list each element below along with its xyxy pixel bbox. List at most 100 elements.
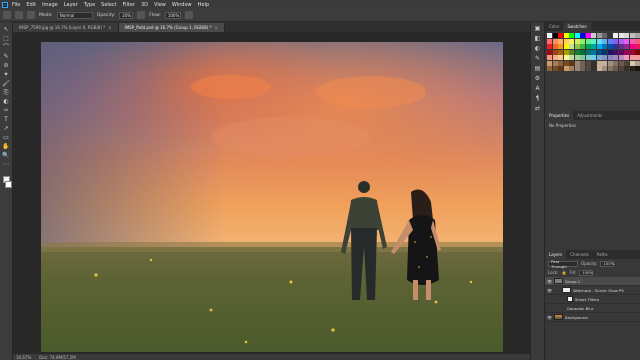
color-swatch[interactable] xyxy=(624,55,629,60)
color-swatch[interactable] xyxy=(607,60,613,66)
color-swatch[interactable] xyxy=(613,66,618,71)
color-swatch[interactable] xyxy=(591,49,596,55)
layer-comps-icon[interactable]: ◧ xyxy=(535,36,541,42)
menu-view[interactable]: View xyxy=(154,2,166,8)
menu-image[interactable]: Image xyxy=(42,2,58,8)
color-swatch[interactable] xyxy=(635,60,640,66)
color-swatch[interactable] xyxy=(607,49,613,55)
color-swatch[interactable] xyxy=(613,38,618,44)
tab-properties[interactable]: Properties xyxy=(545,111,574,120)
brush-settings-icon[interactable] xyxy=(27,11,35,19)
color-swatch[interactable] xyxy=(552,38,558,44)
color-swatch[interactable] xyxy=(607,66,613,71)
tab-paths[interactable]: Paths xyxy=(593,250,612,259)
color-swatch[interactable] xyxy=(585,66,591,71)
tab-swatches[interactable]: Swatches xyxy=(563,22,591,31)
menu-help[interactable]: Help xyxy=(198,2,209,8)
brush-tool-icon[interactable]: 🖌 xyxy=(2,80,10,87)
quick-select-tool-icon[interactable]: ✎ xyxy=(2,53,10,60)
document-tab-active[interactable]: IMSP_fhdd.psd @ 16.7% (Group 1, RGB/8) *… xyxy=(118,23,225,32)
color-swatch[interactable] xyxy=(618,55,624,60)
color-swatch[interactable] xyxy=(635,38,640,44)
brush-panel-icon[interactable]: ✎ xyxy=(535,56,540,62)
menu-layer[interactable]: Layer xyxy=(64,2,78,8)
shape-tool-icon[interactable]: ▭ xyxy=(2,134,10,141)
color-swatch[interactable] xyxy=(607,33,613,38)
hand-tool-icon[interactable]: ✋ xyxy=(2,143,10,150)
color-swatch[interactable] xyxy=(558,38,563,44)
canvas-area[interactable] xyxy=(13,32,530,354)
color-swatch[interactable] xyxy=(613,44,618,49)
color-swatch[interactable] xyxy=(563,33,569,38)
color-swatch[interactable] xyxy=(607,55,613,60)
visibility-eye-icon[interactable]: 👁 xyxy=(547,315,552,320)
color-swatch[interactable] xyxy=(563,55,569,60)
color-swatch[interactable] xyxy=(629,33,635,38)
color-swatch[interactable] xyxy=(547,55,552,60)
brush-preset-icon[interactable] xyxy=(15,11,23,19)
tab-color[interactable]: Color xyxy=(545,22,563,31)
menu-type[interactable]: Type xyxy=(84,2,95,8)
close-icon[interactable]: × xyxy=(215,25,218,30)
color-swatch[interactable] xyxy=(591,60,596,66)
color-swatch[interactable] xyxy=(574,55,580,60)
color-swatch[interactable] xyxy=(580,33,585,38)
color-swatch[interactable] xyxy=(574,66,580,71)
color-swatch[interactable] xyxy=(607,44,613,49)
color-swatch[interactable] xyxy=(547,33,552,38)
color-swatch[interactable] xyxy=(596,60,602,66)
color-swatch[interactable] xyxy=(558,49,563,55)
color-swatch[interactable] xyxy=(563,60,569,66)
color-swatch[interactable] xyxy=(580,55,585,60)
color-swatch[interactable] xyxy=(602,66,607,71)
color-swatch[interactable] xyxy=(629,38,635,44)
color-swatch[interactable] xyxy=(635,55,640,60)
menu-select[interactable]: Select xyxy=(101,2,116,8)
layer-row-group[interactable]: 👁 Group 1 xyxy=(545,277,640,286)
dodge-tool-icon[interactable]: ◐ xyxy=(2,98,10,105)
color-swatch[interactable] xyxy=(624,60,629,66)
color-swatch[interactable] xyxy=(585,55,591,60)
color-swatch[interactable] xyxy=(629,49,635,55)
color-swatch[interactable] xyxy=(629,60,635,66)
fill-field[interactable]: 100% xyxy=(579,269,594,276)
color-swatch[interactable] xyxy=(547,66,552,71)
layer-row-background[interactable]: 👁 Background xyxy=(545,313,640,322)
color-swatch[interactable] xyxy=(618,38,624,44)
color-swatch[interactable] xyxy=(624,49,629,55)
history-panel-icon[interactable]: ▣ xyxy=(535,26,541,32)
color-swatch[interactable] xyxy=(613,49,618,55)
layer-row-smart-object[interactable]: 👁 Watchout - Scenic Glow P5 xyxy=(545,286,640,295)
color-swatch[interactable] xyxy=(624,33,629,38)
zoom-tool-icon[interactable]: 🔍 xyxy=(2,152,10,159)
color-swatch[interactable] xyxy=(591,44,596,49)
color-swatch[interactable] xyxy=(591,33,596,38)
airbrush-icon[interactable] xyxy=(184,11,193,19)
document-tab[interactable]: IMSP_7599.jpg @ 16.7% (Layer 0, RGB/8) *… xyxy=(13,23,119,32)
color-swatch[interactable] xyxy=(624,66,629,71)
color-swatch[interactable] xyxy=(574,49,580,55)
color-swatch[interactable] xyxy=(580,49,585,55)
color-swatch[interactable] xyxy=(591,66,596,71)
color-swatch[interactable] xyxy=(547,38,552,44)
color-swatch[interactable] xyxy=(635,66,640,71)
color-swatch[interactable] xyxy=(569,60,574,66)
crop-tool-icon[interactable]: ⊘ xyxy=(2,62,10,69)
color-swatch[interactable] xyxy=(618,44,624,49)
color-swatch[interactable] xyxy=(580,44,585,49)
lock-icon[interactable]: 🔒 xyxy=(561,270,566,275)
color-swatch[interactable] xyxy=(569,38,574,44)
background-color-swatch[interactable] xyxy=(4,181,12,188)
color-swatch[interactable] xyxy=(569,49,574,55)
home-icon[interactable] xyxy=(3,11,11,19)
mode-select[interactable]: Normal xyxy=(56,11,93,19)
color-swatch[interactable] xyxy=(618,60,624,66)
move-tool-icon[interactable]: ↖ xyxy=(2,26,10,33)
color-swatch[interactable] xyxy=(563,38,569,44)
color-swatch[interactable] xyxy=(585,33,591,38)
color-swatch[interactable] xyxy=(558,66,563,71)
color-swatch[interactable] xyxy=(596,33,602,38)
color-swatch[interactable] xyxy=(613,33,618,38)
menu-filter[interactable]: Filter xyxy=(123,2,135,8)
layer-opacity-field[interactable]: 100% xyxy=(600,260,615,267)
